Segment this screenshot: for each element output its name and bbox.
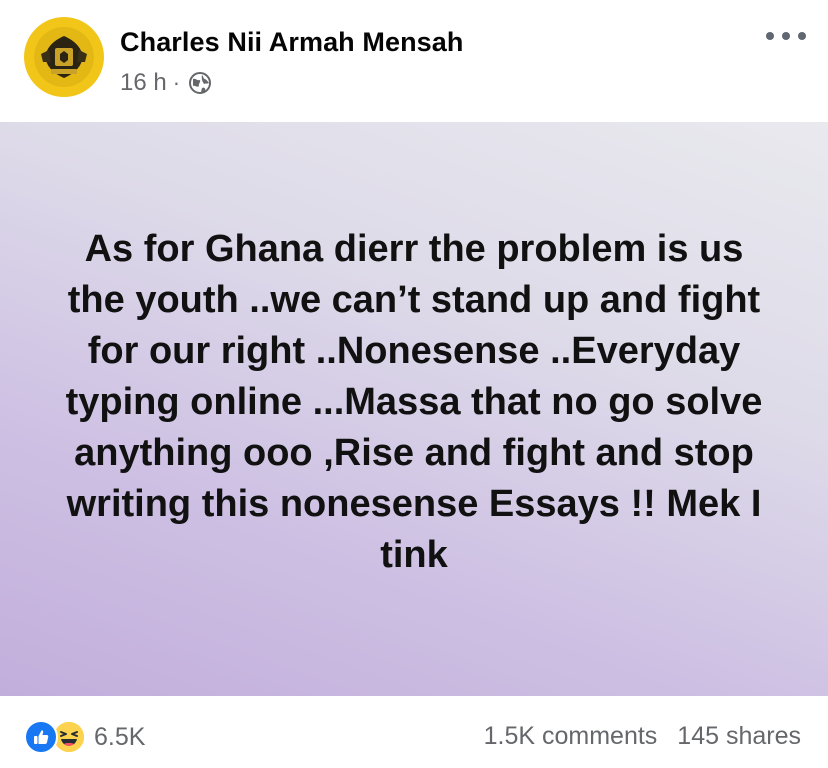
post-meta: 16 h · [120,68,212,98]
post-header: Charles Nii Armah Mensah 16 h · [0,0,828,122]
shares-count-link[interactable]: 145 shares [677,722,801,751]
globe-icon[interactable] [188,71,212,95]
post-timestamp[interactable]: 16 h [120,69,167,97]
post-text: As for Ghana dierr the problem is us the… [65,227,763,576]
more-options-icon[interactable] [766,24,806,48]
reactions-summary[interactable]: 6.5K [24,720,145,754]
crest-logo-icon [34,27,94,87]
facebook-post: Charles Nii Armah Mensah 16 h · As for G… [0,0,828,768]
post-footer: 6.5K 1.5K comments 145 shares [0,696,828,768]
like-icon [24,720,58,754]
author-name[interactable]: Charles Nii Armah Mensah [120,27,464,58]
reaction-count: 6.5K [94,722,146,751]
engagement-stats: 1.5K comments 145 shares [484,722,801,751]
avatar[interactable] [24,17,104,97]
more-dot [766,32,774,40]
more-dot [782,32,790,40]
comments-count-link[interactable]: 1.5K comments [484,722,658,751]
post-text-card[interactable]: As for Ghana dierr the problem is us the… [0,122,828,696]
meta-separator: · [172,70,181,95]
more-dot [798,32,806,40]
